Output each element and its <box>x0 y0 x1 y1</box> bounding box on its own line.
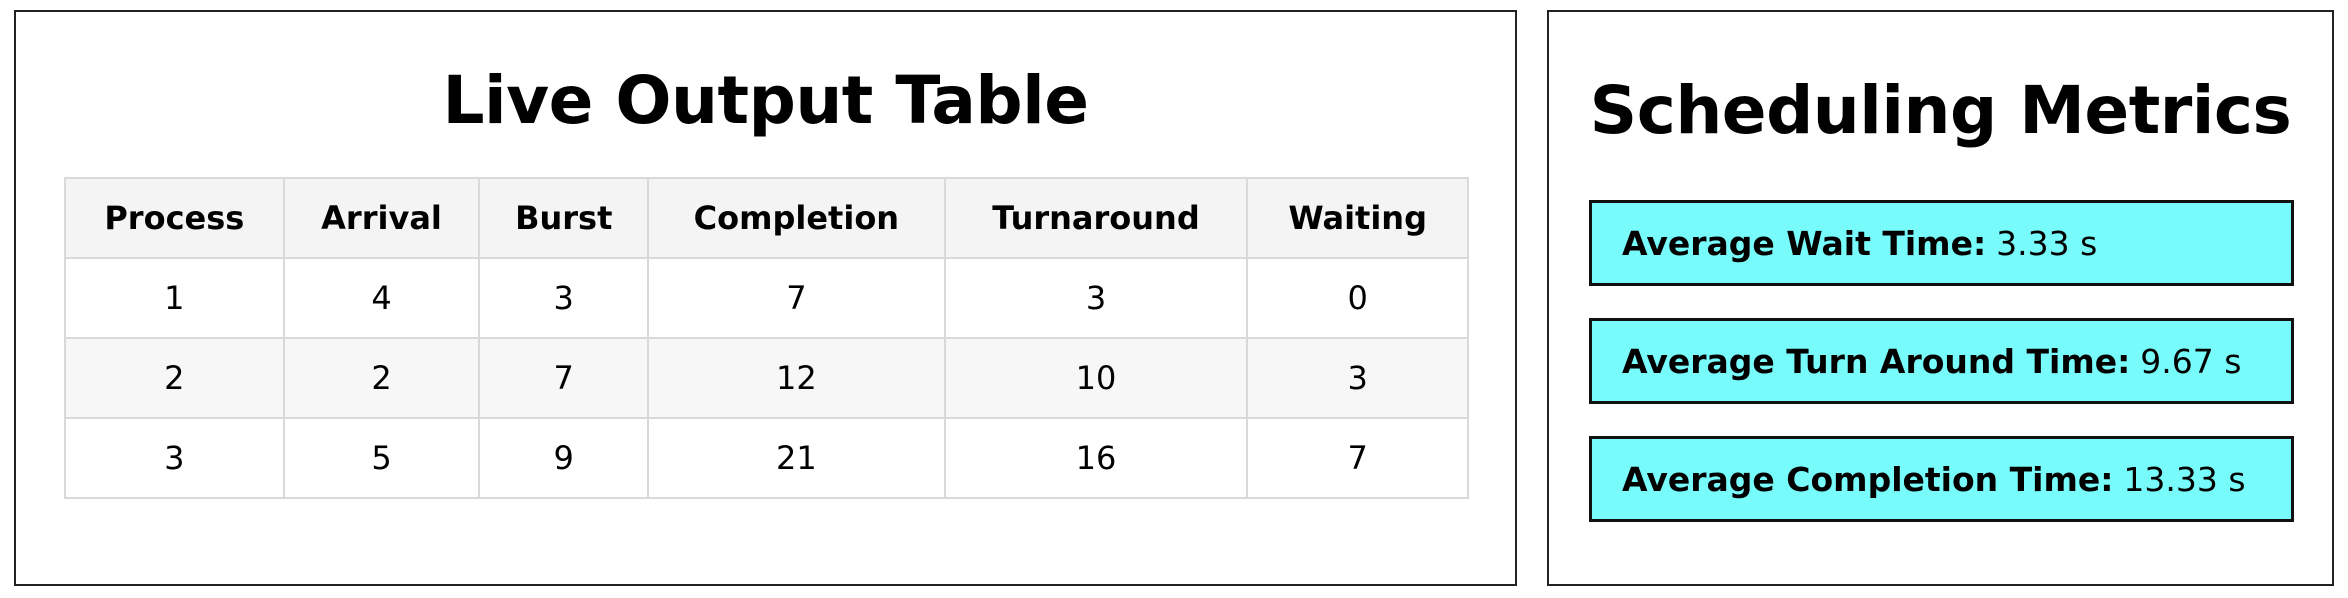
cell-waiting: 7 <box>1246 417 1469 499</box>
cell-burst: 7 <box>478 337 650 419</box>
cell-waiting: 3 <box>1246 337 1469 419</box>
cell-completion: 12 <box>647 337 946 419</box>
scheduling-metrics-panel: Scheduling Metrics Average Wait Time: 3.… <box>1547 10 2334 586</box>
average-completion-time-label: Average Completion Time: <box>1622 459 2114 499</box>
cell-arrival: 4 <box>282 257 481 339</box>
table-header-row: Process Arrival Burst Completion Turnaro… <box>64 177 1469 259</box>
cell-process: 3 <box>64 417 285 499</box>
cell-arrival: 2 <box>282 337 481 419</box>
column-header-burst: Burst <box>478 177 650 259</box>
output-table-panel: Live Output Table Process Arrival Burst … <box>14 10 1517 586</box>
cell-turnaround: 16 <box>943 417 1249 499</box>
page: Live Output Table Process Arrival Burst … <box>0 0 2348 598</box>
column-header-turnaround: Turnaround <box>943 177 1249 259</box>
average-wait-time-label: Average Wait Time: <box>1622 223 1987 263</box>
cell-completion: 21 <box>647 417 946 499</box>
table-row: 2 2 7 12 10 3 <box>64 337 1469 419</box>
cell-burst: 9 <box>478 417 650 499</box>
column-header-process: Process <box>64 177 285 259</box>
cell-turnaround: 3 <box>943 257 1249 339</box>
average-completion-time-value: 13.33 s <box>2123 459 2246 499</box>
average-turnaround-time-card: Average Turn Around Time: 9.67 s <box>1589 318 2294 404</box>
scheduling-metrics-title: Scheduling Metrics <box>1589 72 2292 149</box>
average-wait-time-card: Average Wait Time: 3.33 s <box>1589 200 2294 286</box>
average-wait-time-value: 3.33 s <box>1996 223 2098 263</box>
cell-process: 1 <box>64 257 285 339</box>
cell-process: 2 <box>64 337 285 419</box>
average-turnaround-time-value: 9.67 s <box>2140 341 2242 381</box>
table-row: 1 4 3 7 3 0 <box>64 257 1469 339</box>
output-table-title: Live Output Table <box>442 62 1089 139</box>
column-header-completion: Completion <box>647 177 946 259</box>
average-turnaround-time-label: Average Turn Around Time: <box>1622 341 2131 381</box>
table-row: 3 5 9 21 16 7 <box>64 417 1469 499</box>
cell-arrival: 5 <box>282 417 481 499</box>
column-header-waiting: Waiting <box>1246 177 1469 259</box>
cell-turnaround: 10 <box>943 337 1249 419</box>
column-header-arrival: Arrival <box>282 177 481 259</box>
cell-completion: 7 <box>647 257 946 339</box>
cell-waiting: 0 <box>1246 257 1469 339</box>
output-table: Process Arrival Burst Completion Turnaro… <box>64 177 1469 499</box>
cell-burst: 3 <box>478 257 650 339</box>
average-completion-time-card: Average Completion Time: 13.33 s <box>1589 436 2294 522</box>
